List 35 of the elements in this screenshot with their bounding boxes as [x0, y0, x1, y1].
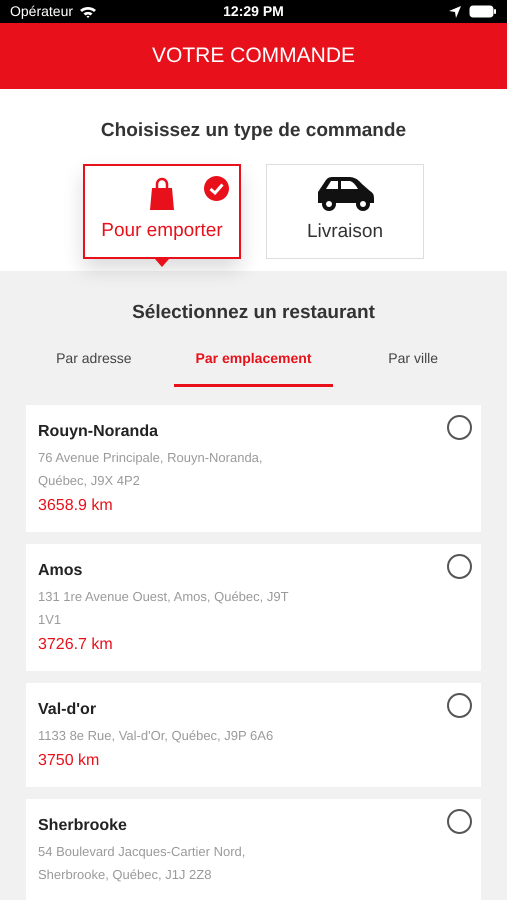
- restaurant-name: Rouyn-Noranda: [38, 422, 158, 442]
- order-type-option[interactable]: Pour emporter: [83, 164, 241, 259]
- restaurant-card[interactable]: Val-d'or 1133 8e Rue, Val-d'Or, Québec, J9P 6A6 3750 km: [26, 683, 481, 787]
- pointer-triangle-icon: [155, 258, 169, 267]
- carrier-label: Opérateur: [10, 2, 74, 21]
- restaurant-distance: 3658.9 km: [38, 496, 114, 516]
- restaurant-card[interactable]: Rouyn-Noranda 76 Avenue Principale, Rouyn-Noranda, Québec, J9X 4P2 3658.9 km: [26, 405, 481, 532]
- restaurant-distance: 3750 km: [38, 751, 100, 771]
- radio-button[interactable]: [447, 554, 472, 579]
- header-title: VOTRE COMMANDE: [152, 43, 355, 70]
- wifi-icon: [79, 5, 98, 18]
- restaurant-distance: 3726.7 km: [38, 635, 114, 655]
- radio-button[interactable]: [447, 809, 472, 834]
- filter-tab[interactable]: Par adresse: [14, 345, 174, 387]
- restaurant-address: 76 Avenue Principale, Rouyn-Noranda, Québec, J9X 4P2: [38, 449, 264, 490]
- restaurant-section-title: Sélectionnez un restaurant: [132, 300, 375, 324]
- restaurant-card[interactable]: Amos 131 1re Avenue Ouest, Amos, Québec, J9T 1V1 3726.7 km: [26, 544, 481, 671]
- filter-tab[interactable]: Par emplacement: [174, 345, 334, 387]
- restaurant-address: 1133 8e Rue, Val-d'Or, Québec, J9P 6A6: [38, 727, 274, 745]
- restaurant-name: Val-d'or: [38, 700, 96, 720]
- restaurant-address: 131 1re Avenue Ouest, Amos, Québec, J9T 1V1: [38, 588, 290, 629]
- clock-time: 12:29 PM: [223, 2, 284, 21]
- order-type-title: Choisissez un type de commande: [100, 119, 406, 144]
- shopping-bag-icon: [149, 177, 175, 212]
- filter-tab[interactable]: Par ville: [333, 345, 494, 387]
- restaurant-name: Amos: [38, 561, 82, 581]
- radio-button[interactable]: [447, 415, 472, 440]
- location-arrow-icon: [449, 6, 461, 18]
- restaurant-name: Sherbrooke: [38, 816, 127, 836]
- restaurant-card[interactable]: Sherbrooke 54 Boulevard Jacques-Cartier Nord, Sherbrooke, Québec, J1J 2Z8: [26, 799, 481, 900]
- order-type-option[interactable]: Livraison: [266, 164, 424, 259]
- battery-icon: [469, 5, 497, 18]
- checkmark-icon: [204, 176, 229, 201]
- radio-button[interactable]: [447, 693, 472, 718]
- restaurant-address: 54 Boulevard Jacques-Cartier Nord, Sherbrooke, Québec, J1J 2Z8: [38, 843, 246, 884]
